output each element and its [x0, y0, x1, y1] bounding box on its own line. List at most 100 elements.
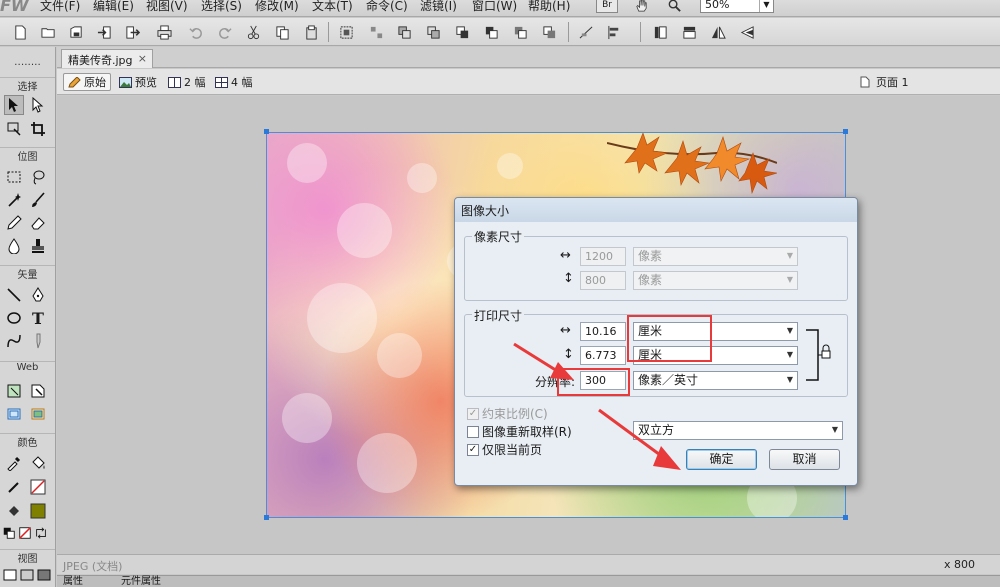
- selection-handle[interactable]: [843, 129, 848, 134]
- properties-tab[interactable]: 属性: [63, 576, 83, 587]
- blur-tool-icon[interactable]: [4, 236, 24, 256]
- selection-handle[interactable]: [264, 129, 269, 134]
- resample-checkbox[interactable]: 图像重新取样(R): [467, 423, 572, 440]
- knife-tool-icon[interactable]: [28, 331, 48, 351]
- flip-vertical-icon[interactable]: [739, 24, 755, 40]
- show-slices-icon[interactable]: [28, 404, 48, 424]
- full-screen-menus-icon[interactable]: [19, 565, 35, 585]
- page-selector[interactable]: 页面 1: [860, 74, 909, 90]
- menu-commands[interactable]: 命令(C): [366, 0, 408, 14]
- cut-icon[interactable]: [245, 24, 261, 40]
- export-icon[interactable]: [124, 24, 140, 40]
- eraser-tool-icon[interactable]: [28, 213, 48, 233]
- pointer-tool-icon[interactable]: [4, 95, 24, 115]
- new-document-icon[interactable]: [12, 24, 28, 40]
- menu-modify[interactable]: 修改(M): [255, 0, 299, 14]
- hide-slices-icon[interactable]: [4, 404, 24, 424]
- stroke-pencil-icon[interactable]: [4, 477, 24, 497]
- magic-wand-tool-icon[interactable]: [4, 190, 24, 210]
- menu-filters[interactable]: 滤镜(I): [420, 0, 457, 14]
- fill-bucket-icon[interactable]: [4, 501, 24, 521]
- copy-icon[interactable]: [274, 24, 290, 40]
- ellipse-tool-icon[interactable]: [4, 308, 24, 328]
- redo-icon[interactable]: [216, 24, 232, 40]
- print-icon[interactable]: [156, 24, 172, 40]
- no-stroke-icon[interactable]: [18, 523, 32, 543]
- marquee-tool-icon[interactable]: [4, 167, 24, 187]
- join-icon[interactable]: [396, 24, 412, 40]
- menu-view[interactable]: 视图(V): [146, 0, 188, 14]
- current-page-checkbox[interactable]: ✓ 仅限当前页: [467, 441, 542, 458]
- undo-icon[interactable]: [188, 24, 204, 40]
- save-icon[interactable]: [68, 24, 84, 40]
- subselect-tool-icon[interactable]: [28, 95, 48, 115]
- menu-edit[interactable]: 编辑(E): [93, 0, 134, 14]
- menu-file[interactable]: 文件(F): [40, 0, 80, 14]
- menu-text[interactable]: 文本(T): [312, 0, 353, 14]
- standard-screen-icon[interactable]: [2, 565, 18, 585]
- selection-handle[interactable]: [843, 515, 848, 520]
- text-tool-icon[interactable]: T: [28, 308, 48, 328]
- rotate-right-icon[interactable]: [681, 24, 697, 40]
- constrain-proportions-checkbox[interactable]: ✓ 约束比例(C): [467, 405, 548, 422]
- import-icon[interactable]: [96, 24, 112, 40]
- pixel-width-unit-select[interactable]: 像素 ▼: [633, 247, 798, 266]
- rubber-stamp-tool-icon[interactable]: [28, 236, 48, 256]
- send-backward-icon[interactable]: [512, 24, 528, 40]
- view-original-button[interactable]: 原始: [63, 73, 111, 91]
- pixel-width-input[interactable]: 1200: [580, 247, 626, 266]
- scale-tool-icon[interactable]: [4, 119, 24, 139]
- print-width-input[interactable]: 10.16: [580, 322, 626, 341]
- pixel-height-unit-select[interactable]: 像素 ▼: [633, 271, 798, 290]
- print-height-input[interactable]: 6.773: [580, 346, 626, 365]
- symbol-properties-tab[interactable]: 元件属性: [121, 576, 161, 587]
- default-colors-icon[interactable]: [2, 523, 16, 543]
- align-icon[interactable]: [578, 24, 594, 40]
- group-icon[interactable]: [338, 24, 354, 40]
- zoom-select[interactable]: 50% ▼: [700, 0, 774, 13]
- align-left-dropdown-icon[interactable]: [606, 24, 622, 40]
- view-4up-button[interactable]: 4 幅: [211, 73, 257, 91]
- line-tool-icon[interactable]: [4, 285, 24, 305]
- slice-tool-icon[interactable]: [4, 381, 24, 401]
- view-2up-button[interactable]: 2 幅: [164, 73, 210, 91]
- full-screen-icon[interactable]: [36, 565, 52, 585]
- menu-help[interactable]: 帮助(H): [528, 0, 570, 14]
- zoom-icon[interactable]: [666, 0, 682, 13]
- send-to-back-icon[interactable]: [541, 24, 557, 40]
- ok-button[interactable]: 确定: [686, 449, 757, 470]
- grip-handle[interactable]: ‥‥‥‥: [0, 57, 55, 71]
- stroke-color-swatch[interactable]: [28, 477, 48, 497]
- resolution-unit-select[interactable]: 像素／英寸 ▼: [633, 371, 798, 390]
- ungroup-icon[interactable]: [368, 24, 384, 40]
- fill-color-swatch[interactable]: [28, 501, 48, 521]
- paint-bucket-tool-icon[interactable]: [28, 453, 48, 473]
- selection-handle[interactable]: [264, 515, 269, 520]
- open-folder-icon[interactable]: [40, 24, 56, 40]
- menu-window[interactable]: 窗口(W): [472, 0, 517, 14]
- crop-tool-icon[interactable]: [28, 119, 48, 139]
- document-tab[interactable]: 精美传奇.jpg ×: [61, 49, 153, 68]
- hand-icon[interactable]: [633, 0, 649, 13]
- brush-tool-icon[interactable]: [28, 190, 48, 210]
- flip-horizontal-icon[interactable]: [710, 24, 726, 40]
- dialog-title[interactable]: 图像大小: [455, 198, 857, 222]
- lasso-tool-icon[interactable]: [28, 167, 48, 187]
- bring-forward-icon[interactable]: [483, 24, 499, 40]
- close-icon[interactable]: ×: [138, 52, 147, 65]
- hotspot-tool-icon[interactable]: [28, 381, 48, 401]
- menu-select[interactable]: 选择(S): [201, 0, 242, 14]
- split-icon[interactable]: [425, 24, 441, 40]
- swap-colors-icon[interactable]: [34, 523, 48, 543]
- bridge-button[interactable]: Br: [596, 0, 618, 13]
- pixel-height-input[interactable]: 800: [580, 271, 626, 290]
- bring-to-front-icon[interactable]: [454, 24, 470, 40]
- paste-icon[interactable]: [303, 24, 319, 40]
- pencil-tool-icon[interactable]: [4, 213, 24, 233]
- pen-tool-icon[interactable]: [28, 285, 48, 305]
- eyedropper-tool-icon[interactable]: [4, 453, 24, 473]
- freeform-tool-icon[interactable]: [4, 331, 24, 351]
- cancel-button[interactable]: 取消: [769, 449, 840, 470]
- rotate-left-icon[interactable]: [652, 24, 668, 40]
- view-preview-button[interactable]: 预览: [115, 73, 161, 91]
